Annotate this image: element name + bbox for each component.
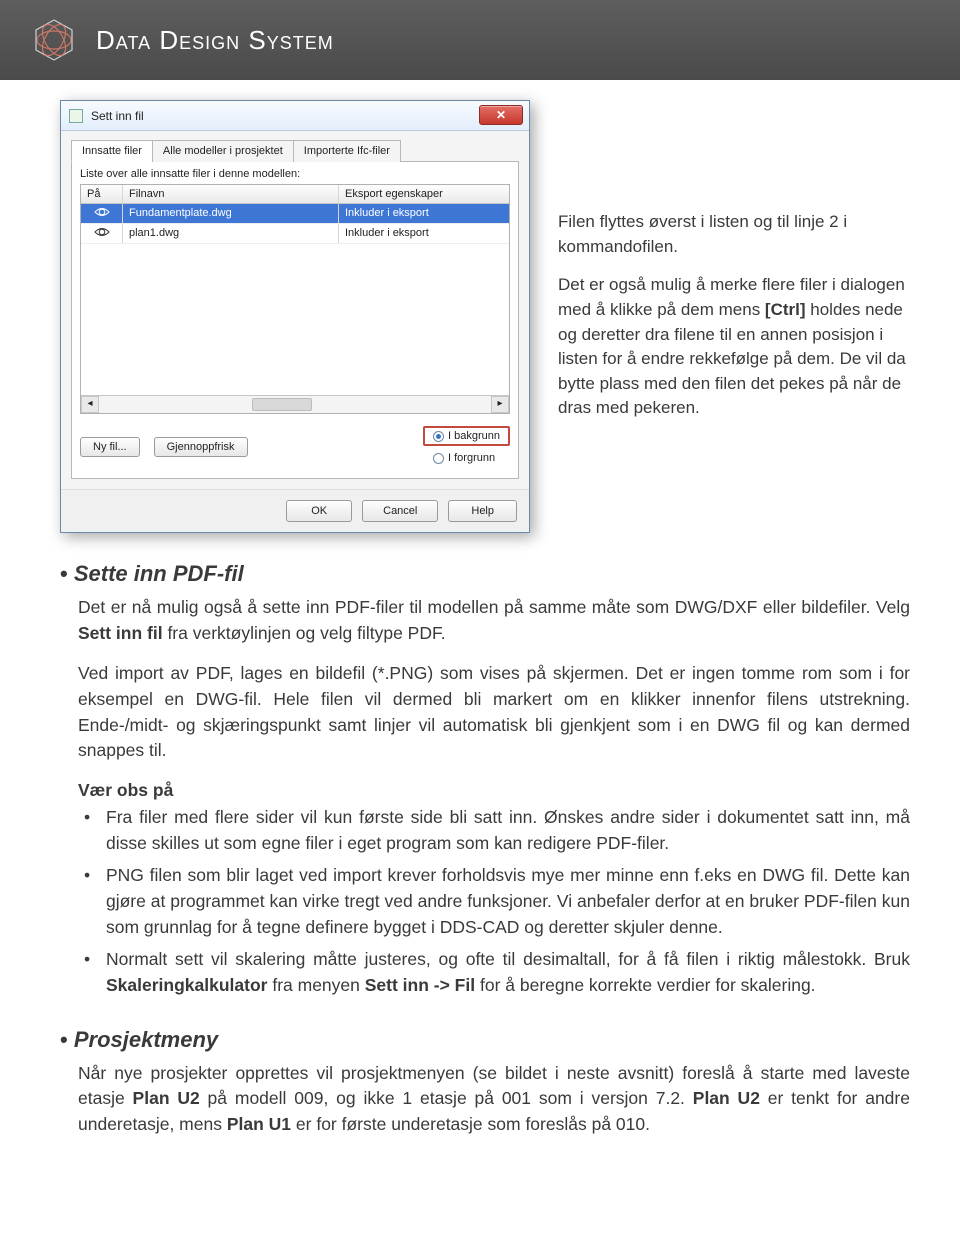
notes-list: Fra filer med flere sider vil kun første…	[78, 805, 910, 998]
radio-foreground[interactable]: I forgrunn	[433, 452, 495, 464]
tab-inserted-files[interactable]: Innsatte filer	[71, 140, 153, 162]
cell-export: Inkluder i eksport	[339, 224, 509, 243]
section-pdf: Sette inn PDF-fil Det er nå mulig også å…	[60, 561, 910, 999]
list-item: Normalt sett vil skalering måtte justere…	[78, 947, 910, 999]
list-item: Fra filer med flere sider vil kun første…	[78, 805, 910, 857]
table-row[interactable]: plan1.dwg Inkluder i eksport	[81, 224, 509, 244]
side-p1: Filen flyttes øverst i listen og til lin…	[558, 210, 910, 259]
page-header: Data Design System	[0, 0, 960, 80]
radio-label: I bakgrunn	[448, 430, 500, 442]
col-filename[interactable]: Filnavn	[123, 185, 339, 203]
dialog-screenshot: Sett inn fil ✕ Innsatte filer Alle model…	[60, 100, 530, 533]
radio-background[interactable]: I bakgrunn	[433, 430, 500, 442]
scroll-thumb[interactable]	[252, 398, 312, 411]
radio-label: I forgrunn	[448, 452, 495, 464]
side-p2: Det er også mulig å merke flere filer i …	[558, 273, 910, 421]
note-heading: Vær obs på	[78, 780, 910, 801]
tab-imported-ifc[interactable]: Importerte Ifc-filer	[293, 140, 401, 162]
radio-dot-icon	[433, 431, 444, 442]
side-paragraphs: Filen flyttes øverst i listen og til lin…	[558, 100, 910, 421]
close-icon[interactable]: ✕	[479, 105, 523, 125]
section-heading: Sette inn PDF-fil	[60, 561, 910, 587]
horizontal-scrollbar[interactable]: ◂ ▸	[81, 395, 509, 413]
scroll-left-icon[interactable]: ◂	[81, 396, 99, 413]
cell-filename: Fundamentplate.dwg	[123, 204, 339, 223]
app-icon	[69, 109, 83, 123]
section-prosjektmeny: Prosjektmeny Når nye prosjekter opprette…	[60, 1027, 910, 1139]
help-button[interactable]: Help	[448, 500, 517, 522]
body-paragraph: Når nye prosjekter opprettes vil prosjek…	[78, 1061, 910, 1139]
eye-icon	[87, 227, 116, 237]
body-paragraph: Ved import av PDF, lages en bildefil (*.…	[78, 661, 910, 765]
tab-strip: Innsatte filer Alle modeller i prosjekte…	[71, 139, 519, 162]
refresh-button[interactable]: Gjennoppfrisk	[154, 437, 248, 457]
radio-dot-icon	[433, 453, 444, 464]
scroll-right-icon[interactable]: ▸	[491, 396, 509, 413]
table-row[interactable]: Fundamentplate.dwg Inkluder i eksport	[81, 204, 509, 224]
list-item: PNG filen som blir laget ved import krev…	[78, 863, 910, 941]
section-heading: Prosjektmeny	[60, 1027, 910, 1053]
col-export[interactable]: Eksport egenskaper	[339, 185, 509, 203]
cell-filename: plan1.dwg	[123, 224, 339, 243]
background-radio-highlight: I bakgrunn	[423, 426, 510, 446]
tab-all-models[interactable]: Alle modeller i prosjektet	[152, 140, 294, 162]
body-paragraph: Det er nå mulig også å sette inn PDF-fil…	[78, 595, 910, 647]
ok-button[interactable]: OK	[286, 500, 352, 522]
cancel-button[interactable]: Cancel	[362, 500, 438, 522]
brand-title: Data Design System	[96, 25, 334, 56]
brand-logo-icon	[30, 16, 78, 64]
dialog-titlebar: Sett inn fil ✕	[61, 101, 529, 131]
col-on[interactable]: På	[81, 185, 123, 203]
new-file-button[interactable]: Ny fil...	[80, 437, 140, 457]
file-grid: På Filnavn Eksport egenskaper Fundamentp…	[80, 184, 510, 414]
list-label: Liste over alle innsatte filer i denne m…	[80, 168, 510, 180]
eye-icon	[87, 207, 116, 217]
cell-export: Inkluder i eksport	[339, 204, 509, 223]
dialog-title: Sett inn fil	[91, 109, 144, 123]
